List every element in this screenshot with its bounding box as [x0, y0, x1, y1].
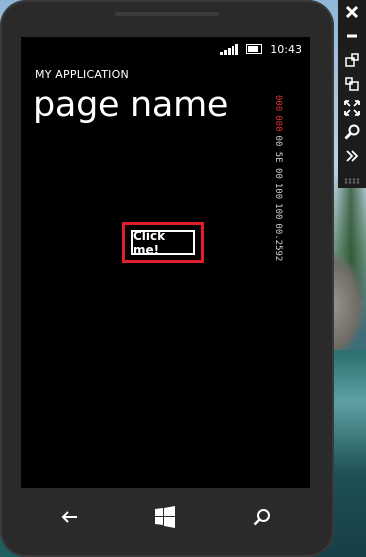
close-button[interactable]	[338, 0, 366, 24]
rotate-left-icon	[345, 53, 359, 67]
windows-start-icon	[155, 506, 176, 528]
counter-fill-rate: 00.2592	[273, 223, 283, 262]
battery-icon	[246, 44, 263, 54]
frame-rate-counters: 000 000 00 5E 00 100 100 00.2592	[269, 95, 283, 295]
rotate-right-icon	[345, 77, 359, 91]
search-icon	[253, 509, 270, 526]
app-title: MY APPLICATION	[35, 68, 129, 81]
signal-strength-icon	[220, 43, 239, 55]
toolbar-grip[interactable]	[344, 178, 360, 184]
rotate-left-button[interactable]	[338, 48, 366, 72]
status-time: 10:43	[270, 42, 302, 56]
emulator-toolbar	[338, 0, 366, 188]
phone-screen: 10:43 MY APPLICATION page name 000 000 0…	[21, 37, 310, 488]
back-button[interactable]	[49, 497, 89, 537]
minimize-button[interactable]	[338, 24, 366, 48]
counter-ui-fps: 000	[273, 95, 283, 112]
minimize-icon	[347, 34, 357, 38]
click-me-button[interactable]: Click me!	[131, 229, 195, 257]
device-speaker	[115, 12, 219, 16]
rotate-right-button[interactable]	[338, 72, 366, 96]
counter-texture-memory: 00 5E 00	[273, 135, 283, 179]
search-button[interactable]	[242, 497, 282, 537]
close-icon	[345, 5, 359, 19]
fit-to-screen-icon	[344, 100, 360, 116]
additional-tools-button[interactable]	[338, 144, 366, 168]
start-button[interactable]	[145, 497, 185, 537]
additional-tools-icon	[346, 150, 359, 162]
counter-app-fps: 000	[273, 115, 283, 132]
zoom-button[interactable]	[338, 120, 366, 144]
back-arrow-icon	[61, 511, 78, 523]
page-title: page name	[33, 85, 229, 125]
status-bar: 10:43	[220, 41, 302, 57]
counter-intermediate-surfaces: 100	[273, 203, 283, 220]
counter-surfaces: 100	[273, 182, 283, 200]
navigation-bar	[21, 488, 310, 546]
emulator-device: 10:43 MY APPLICATION page name 000 000 0…	[0, 0, 334, 557]
zoom-icon	[344, 124, 360, 140]
fit-to-screen-button[interactable]	[338, 96, 366, 120]
